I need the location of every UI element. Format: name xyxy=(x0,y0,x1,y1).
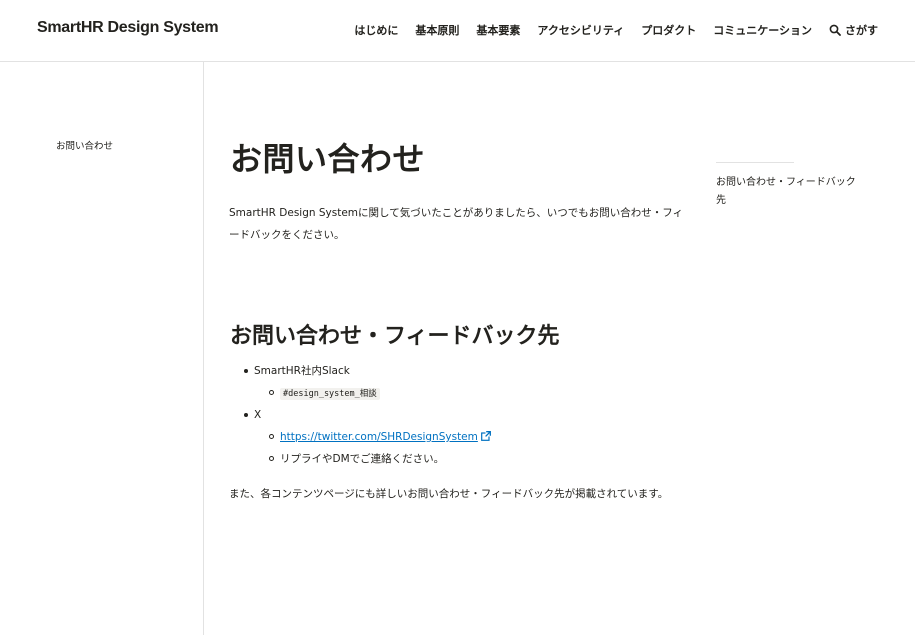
bullet xyxy=(269,434,274,439)
outro-text: また、各コンテンツページにも詳しいお問い合わせ・フィードバック先が掲載されていま… xyxy=(229,488,669,500)
slack-channel-suffix: 相談 xyxy=(359,389,377,399)
nav-item-basics[interactable]: 基本要素 xyxy=(476,22,520,38)
page-title: お問い合わせ xyxy=(230,140,426,178)
table-of-contents: お問い合わせ・フィードバック先 xyxy=(716,162,856,210)
x-profile-link[interactable]: https://twitter.com/SHRDesignSystem xyxy=(280,431,491,443)
list-item: X xyxy=(229,406,684,428)
toc-divider xyxy=(716,162,794,163)
nav-item-communication[interactable]: コミュニケーション xyxy=(713,22,812,38)
slack-channel-name: #design_system_ xyxy=(283,389,360,399)
bullet xyxy=(269,390,274,395)
sidebar-item-contact[interactable]: お問い合わせ xyxy=(56,138,113,152)
list-item: https://twitter.com/SHRDesignSystem xyxy=(229,428,684,450)
bullet xyxy=(269,456,274,461)
section-title: お問い合わせ・フィードバック先 xyxy=(230,324,560,349)
bullet xyxy=(244,369,248,373)
x-label: X xyxy=(254,409,262,421)
toc-item-contact-feedback[interactable]: お問い合わせ・フィードバック先 xyxy=(716,174,856,210)
nav-item-accessibility[interactable]: アクセシビリティ xyxy=(537,22,624,38)
search-label: さがす xyxy=(845,24,878,37)
sidebar: お問い合わせ xyxy=(0,62,204,635)
search-icon xyxy=(829,24,841,36)
x-note: リプライやDMでご連絡ください。 xyxy=(280,453,445,465)
nav-item-products[interactable]: プロダクト xyxy=(641,22,696,38)
bullet xyxy=(244,413,248,417)
search-button[interactable]: さがす xyxy=(829,22,878,38)
slack-channel: #design_system_相談 xyxy=(280,388,380,400)
x-link-text: https://twitter.com/SHRDesignSystem xyxy=(280,431,478,443)
contact-list: SmartHR社内Slack #design_system_相談 X https… xyxy=(229,362,684,472)
nav-item-principles[interactable]: 基本原則 xyxy=(415,22,459,38)
global-nav: はじめに 基本原則 基本要素 アクセシビリティ プロダクト コミュニケーション … xyxy=(354,22,878,38)
list-item: #design_system_相談 xyxy=(229,384,684,406)
list-item: リプライやDMでご連絡ください。 xyxy=(229,450,684,472)
external-link-icon xyxy=(480,431,491,441)
site-header: SmartHR Design System はじめに 基本原則 基本要素 アクセ… xyxy=(0,0,915,62)
site-logo[interactable]: SmartHR Design System xyxy=(37,19,219,37)
nav-item-introduction[interactable]: はじめに xyxy=(354,22,398,38)
slack-label: SmartHR社内Slack xyxy=(254,365,350,377)
intro-text: SmartHR Design Systemに関して気づいたことがありましたら、い… xyxy=(229,207,684,241)
list-item: SmartHR社内Slack xyxy=(229,362,684,384)
